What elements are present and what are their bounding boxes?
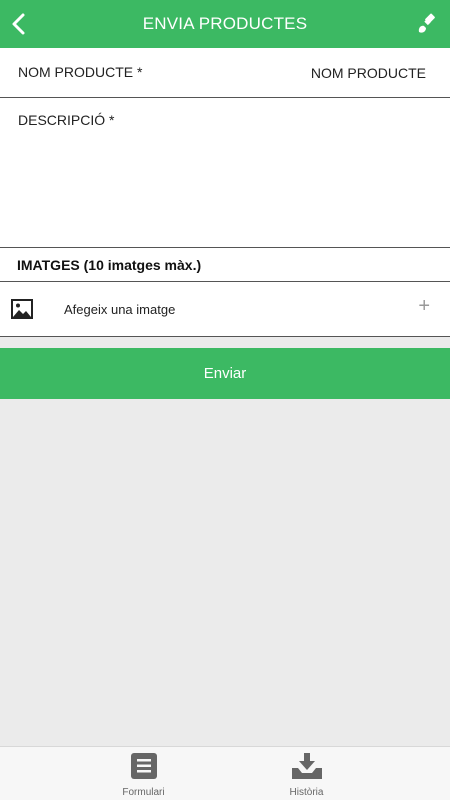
- description-label: DESCRIPCIÓ *: [18, 112, 115, 128]
- product-form: NOM PRODUCTE * DESCRIPCIÓ * IMATGES (10 …: [0, 48, 450, 337]
- page-title: ENVIA PRODUCTES: [142, 14, 308, 33]
- form-icon: [130, 753, 157, 779]
- bottom-tab-bar: Formulari Història: [0, 746, 450, 800]
- product-name-label: NOM PRODUCTE *: [18, 64, 143, 80]
- paintbrush-icon: [418, 13, 435, 33]
- add-image-label: Afegeix una imatge: [64, 302, 176, 317]
- product-name-input[interactable]: [226, 58, 426, 88]
- images-section-title: IMATGES (10 imatges màx.): [17, 257, 202, 273]
- images-section-header: IMATGES (10 imatges màx.): [0, 248, 450, 282]
- app-header: ENVIA PRODUCTES: [0, 0, 450, 48]
- tab-historia-label: Història: [289, 787, 324, 798]
- add-image-button[interactable]: Afegeix una imatge +: [0, 282, 450, 337]
- image-icon: [11, 299, 33, 319]
- description-textarea[interactable]: [18, 134, 432, 238]
- clear-form-button[interactable]: [410, 8, 444, 40]
- product-name-row: NOM PRODUCTE *: [0, 48, 450, 98]
- description-row: DESCRIPCIÓ *: [0, 98, 450, 248]
- submit-button[interactable]: Enviar: [0, 348, 450, 399]
- tab-historia[interactable]: Història: [194, 747, 419, 800]
- download-tray-icon: [291, 753, 322, 779]
- plus-icon: +: [418, 295, 430, 317]
